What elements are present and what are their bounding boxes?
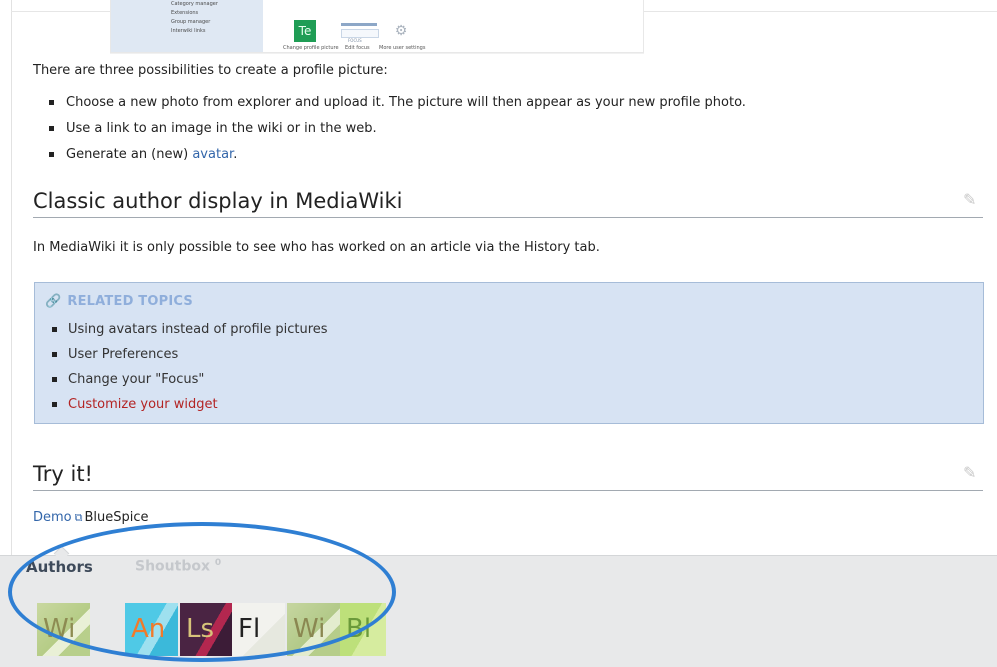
bullet-icon bbox=[52, 377, 57, 382]
gear-icon: ⚙ bbox=[394, 23, 408, 39]
edit-pencil-icon[interactable]: ✎ bbox=[963, 464, 977, 482]
link-icon: 🔗 bbox=[45, 294, 62, 309]
related-topic-item[interactable]: Using avatars instead of profile picture… bbox=[52, 319, 328, 344]
list-item-text: Choose a new photo from explorer and upl… bbox=[66, 95, 746, 110]
related-topic-text[interactable]: User Preferences bbox=[68, 347, 178, 362]
section-heading-try: Try it! ✎ bbox=[33, 458, 983, 491]
related-topic-item-redlink[interactable]: Customize your widget bbox=[52, 394, 328, 419]
thumbnail-focus-field: FOCUS bbox=[341, 29, 379, 43]
related-topics-list: Using avatars instead of profile picture… bbox=[52, 319, 328, 419]
content-left-border bbox=[11, 0, 12, 555]
related-topics-heading: 🔗 RELATED TOPICS bbox=[45, 294, 193, 309]
author-avatar[interactable]: Wi bbox=[37, 603, 90, 656]
bullet-icon bbox=[49, 126, 54, 131]
related-topic-item[interactable]: Change your "Focus" bbox=[52, 369, 328, 394]
bullet-icon bbox=[49, 100, 54, 105]
demo-target-text: BlueSpice bbox=[84, 510, 149, 525]
tab-shoutbox-label: Shoutbox bbox=[135, 558, 210, 575]
external-link-icon: ⧉ bbox=[74, 511, 83, 524]
section-heading-classic: Classic author display in MediaWiki ✎ bbox=[33, 185, 983, 218]
intro-paragraph: There are three possibilities to create … bbox=[33, 63, 388, 78]
classic-paragraph: In MediaWiki it is only possible to see … bbox=[33, 240, 600, 255]
author-avatar[interactable]: Fl bbox=[232, 603, 285, 656]
thumbnail-focus-bar bbox=[341, 23, 377, 26]
bullet-icon bbox=[52, 352, 57, 357]
author-avatar[interactable]: Bl bbox=[340, 603, 386, 656]
tab-authors[interactable]: Authors bbox=[26, 558, 93, 576]
thumbnail-avatar-tile: Te bbox=[294, 20, 316, 42]
avatar-link[interactable]: avatar bbox=[192, 147, 233, 162]
thumbnail-menu-item: Group manager bbox=[171, 19, 211, 25]
thumbnail-caption: Change profile picture bbox=[283, 45, 339, 51]
thumbnail-menu-item: Interwiki links bbox=[171, 28, 206, 34]
list-item-text: Generate an (new) bbox=[66, 147, 193, 162]
thumbnail-menu-item: Extensions bbox=[171, 10, 199, 16]
tab-shoutbox[interactable]: Shoutbox 0 bbox=[135, 558, 221, 575]
options-list: Choose a new photo from explorer and upl… bbox=[49, 92, 746, 170]
shoutbox-count-badge: 0 bbox=[214, 558, 222, 568]
related-topic-text[interactable]: Using avatars instead of profile picture… bbox=[68, 322, 328, 337]
related-topics-box: 🔗 RELATED TOPICS Using avatars instead of… bbox=[34, 282, 984, 424]
demo-line: Demo ⧉ BlueSpice bbox=[33, 510, 149, 525]
bullet-icon bbox=[49, 152, 54, 157]
related-topic-item[interactable]: User Preferences bbox=[52, 344, 328, 369]
list-item-text: Use a link to an image in the wiki or in… bbox=[66, 121, 377, 136]
section-heading-text: Try it! bbox=[33, 462, 93, 486]
thumbnail-caption: Edit focus bbox=[345, 45, 370, 51]
list-item: Generate an (new) avatar. bbox=[49, 144, 746, 170]
section-heading-text: Classic author display in MediaWiki bbox=[33, 189, 403, 213]
thumbnail-menu-item: Category manager bbox=[171, 1, 218, 7]
demo-link[interactable]: Demo bbox=[33, 510, 72, 525]
author-avatar[interactable]: Ls bbox=[180, 603, 233, 656]
embedded-screenshot: Category manager Extensions Group manage… bbox=[110, 0, 644, 53]
edit-pencil-icon[interactable]: ✎ bbox=[963, 191, 977, 209]
related-topics-title: RELATED TOPICS bbox=[67, 294, 193, 309]
bullet-icon bbox=[52, 402, 57, 407]
thumbnail-menu: Category manager Extensions Group manage… bbox=[171, 0, 218, 36]
author-avatar[interactable]: Wi bbox=[287, 603, 340, 656]
related-topic-text[interactable]: Change your "Focus" bbox=[68, 372, 204, 387]
thumbnail-caption: More user settings bbox=[379, 45, 426, 51]
list-item: Choose a new photo from explorer and upl… bbox=[49, 92, 746, 118]
list-item-text: . bbox=[233, 147, 238, 162]
author-avatar[interactable]: An bbox=[125, 603, 178, 656]
thumbnail-focus-field-text: FOCUS bbox=[348, 38, 362, 43]
list-item: Use a link to an image in the wiki or in… bbox=[49, 118, 746, 144]
bullet-icon bbox=[52, 327, 57, 332]
related-topic-text[interactable]: Customize your widget bbox=[68, 397, 218, 412]
